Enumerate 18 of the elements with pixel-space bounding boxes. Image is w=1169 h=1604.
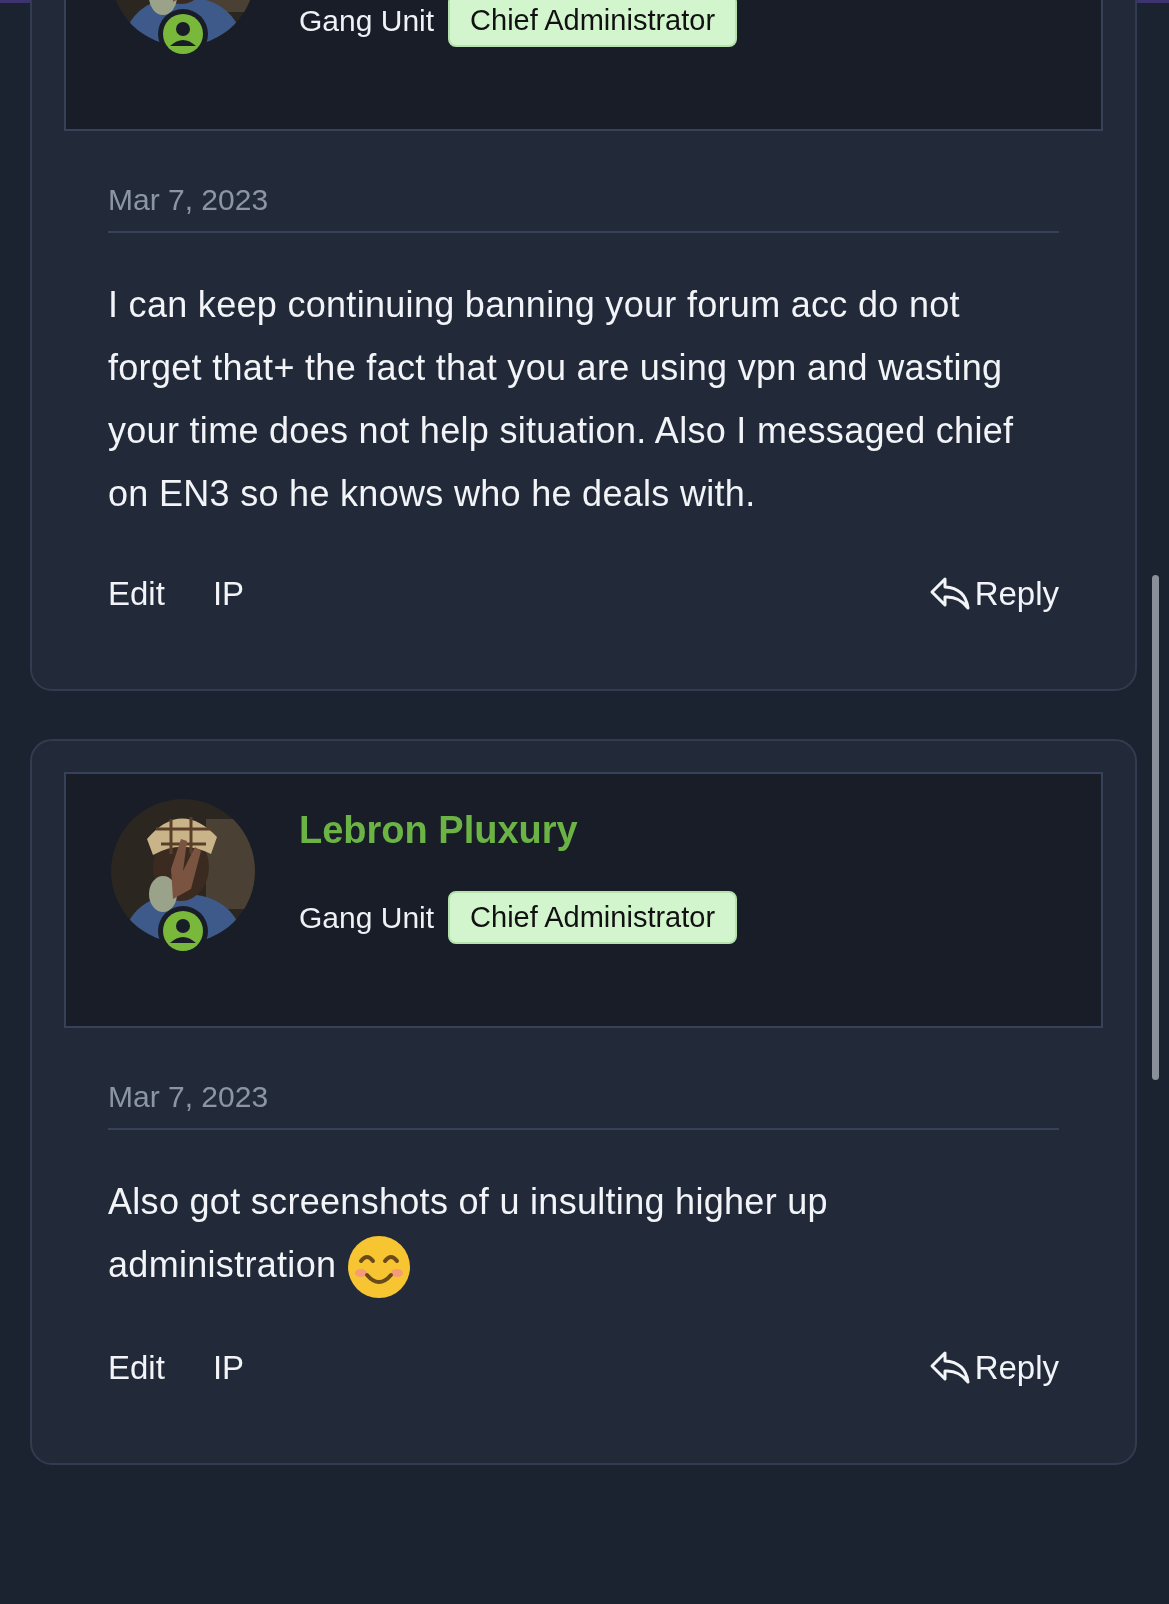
post-action-link[interactable]: IP <box>212 1349 245 1388</box>
smiling-face-icon <box>346 1235 411 1300</box>
reply-arrow-icon <box>928 576 971 612</box>
reply-link[interactable]: Reply <box>928 1349 1059 1388</box>
author-name[interactable]: Lebron Pluxury <box>299 805 738 855</box>
author-group: Gang Unit <box>299 900 435 935</box>
post-message: I can keep continuing banning your forum acc do not forget that+ the fact that you are using vpn and wasting your time does not help situation. Also I messaged chief on EN3 so he knows who he deals with. <box>108 283 1015 516</box>
post-action-link[interactable]: IP <box>212 575 245 613</box>
post-date: Mar 7, 2023 <box>108 131 1059 233</box>
rank-badge: Chief Administrator <box>448 0 738 47</box>
post-date: Mar 7, 2023 <box>108 1028 1059 1130</box>
post-message: Also got screenshots of u insulting higher up administration <box>108 1130 1059 1300</box>
post-action-link[interactable]: Edit <box>108 1349 165 1388</box>
post-action-link[interactable]: Edit <box>108 575 165 613</box>
scrollbar[interactable] <box>1152 575 1159 1080</box>
reply-link[interactable]: Reply <box>928 575 1059 613</box>
rank-badge: Chief Administrator <box>448 891 738 944</box>
author-group: Gang Unit <box>299 3 435 38</box>
